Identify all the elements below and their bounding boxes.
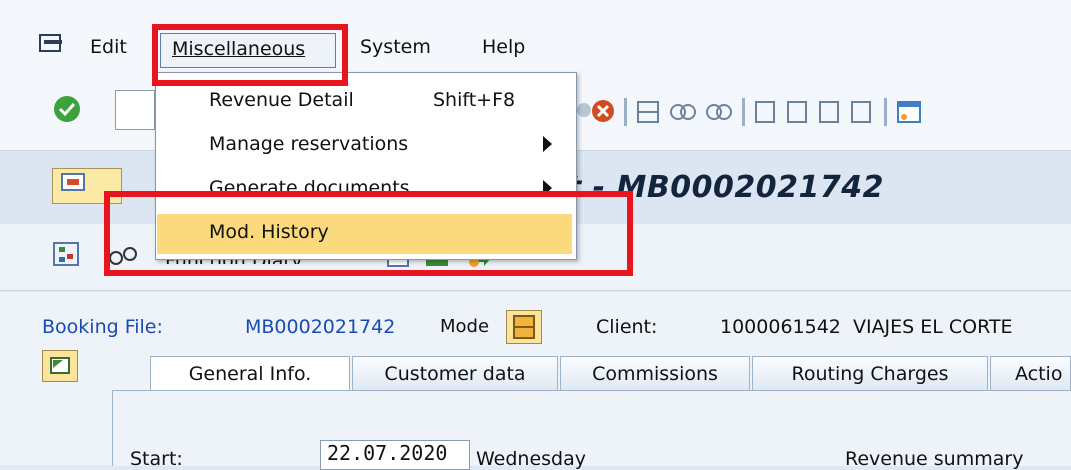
enter-check-icon[interactable] [52, 94, 82, 124]
client-label: Client: [596, 316, 658, 338]
submenu-arrow-icon [543, 136, 552, 152]
tab-routing-charges[interactable]: Routing Charges [752, 356, 988, 390]
mode-cabinet-icon [513, 315, 535, 339]
command-field[interactable] [115, 90, 155, 130]
tab-actions[interactable]: Actio [990, 356, 1071, 390]
revenue-summary-label: Revenue summary [845, 448, 1024, 470]
menu-item-label: Manage reservations [209, 133, 409, 155]
find-icon [670, 104, 696, 120]
menu-item-shortcut: Shift+F8 [433, 89, 516, 111]
client-value: 1000061542 VIAJES EL CORTE [720, 316, 1013, 338]
mode-label: Mode [440, 316, 490, 337]
start-label: Start: [130, 448, 183, 470]
menu-system[interactable]: System [360, 36, 431, 58]
booking-file-label: Booking File: [42, 316, 163, 338]
find-next-icon [706, 104, 732, 120]
weekday-text: Wednesday [476, 448, 587, 470]
org-chart-icon[interactable] [52, 240, 82, 270]
print-icon [637, 101, 659, 123]
first-page-icon [755, 101, 775, 123]
transaction-icon [61, 173, 85, 191]
tab-commissions[interactable]: Commissions [560, 356, 750, 390]
menu-item-label: Revenue Detail [209, 89, 354, 111]
menu-help[interactable]: Help [482, 36, 525, 58]
menu-item-revenue-detail[interactable]: Revenue Detail Shift+F8 [155, 84, 575, 116]
next-page-icon [819, 101, 839, 123]
mode-button[interactable] [506, 310, 542, 344]
expand-icon [50, 357, 70, 374]
menu-toggle-icon[interactable] [38, 32, 66, 58]
previous-page-icon [787, 101, 807, 123]
menu-item-manage-reservations[interactable]: Manage reservations [155, 128, 575, 160]
cancel-icon[interactable] [576, 96, 616, 126]
start-date-field[interactable]: 22.07.2020 [320, 440, 470, 470]
expand-header-button[interactable] [42, 350, 78, 382]
booking-file-value[interactable]: MB0002021742 [245, 316, 395, 338]
annotation-box-menu [152, 24, 348, 86]
new-session-icon [897, 101, 921, 123]
menu-edit[interactable]: Edit [90, 36, 127, 58]
annotation-box-mod-history [104, 191, 633, 276]
last-page-icon [851, 101, 871, 123]
tab-general-info[interactable]: General Info. [150, 356, 350, 390]
toolbar-icons-group [624, 98, 921, 126]
tab-customer-data[interactable]: Customer data [352, 356, 558, 390]
